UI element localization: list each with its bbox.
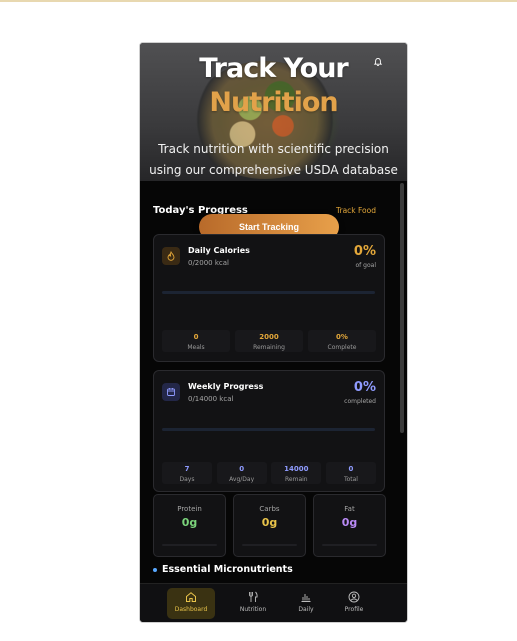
- macro-bar: [322, 544, 377, 546]
- app-window: Track Your Nutrition Track nutrition wit…: [139, 42, 408, 623]
- weekly-stat-days: 7 Days: [162, 462, 212, 484]
- weekly-progress-bar: [162, 428, 375, 431]
- macro-bar: [162, 544, 217, 546]
- nav-nutrition[interactable]: Nutrition: [229, 588, 277, 619]
- stat-label: Avg/Day: [229, 476, 255, 483]
- micronutrients-title: Essential Micronutrients: [162, 564, 293, 575]
- weekly-stat-remain: 14000 Remain: [271, 462, 322, 484]
- nav-profile[interactable]: Profile: [330, 588, 378, 619]
- hero-title-line1: Track Your: [199, 53, 349, 84]
- nav-label: Dashboard: [174, 606, 208, 613]
- stat-value: 0: [193, 333, 199, 341]
- weekly-stats: 7 Days 0 Avg/Day 14000 Remain 0 Total: [162, 462, 376, 484]
- stat-label: Meals: [187, 344, 205, 351]
- stat-value: 0: [239, 465, 245, 473]
- macro-card-carbs[interactable]: Carbs 0g: [233, 494, 306, 557]
- weekly-progress-card[interactable]: Weekly Progress 0/14000 kcal 0% complete…: [153, 370, 385, 492]
- daily-stat-meals: 0 Meals: [162, 330, 230, 352]
- stat-value: 0: [348, 465, 354, 473]
- daily-progress-bar: [162, 291, 375, 294]
- hero-banner: Track Your Nutrition Track nutrition wit…: [140, 43, 407, 181]
- daily-stat-remaining: 2000 Remaining: [235, 330, 303, 352]
- stat-value: 2000: [259, 333, 279, 341]
- scrollbar[interactable]: [400, 183, 404, 433]
- stat-value: 0%: [336, 333, 348, 341]
- calendar-icon: [162, 383, 180, 401]
- nav-label: Profile: [344, 606, 364, 613]
- macro-label: Fat: [344, 505, 355, 513]
- macro-value: 0g: [261, 516, 278, 529]
- hero-title-line2: Nutrition: [209, 87, 338, 118]
- stat-label: Total: [343, 476, 358, 483]
- nav-label: Nutrition: [239, 606, 267, 613]
- weekly-stat-avg: 0 Avg/Day: [216, 462, 267, 484]
- nav-dashboard[interactable]: Dashboard: [167, 588, 215, 619]
- daily-calories-title: Daily Calories: [188, 246, 250, 255]
- home-icon: [186, 592, 196, 602]
- macro-label: Carbs: [259, 505, 280, 513]
- weekly-progress-percent: 0%: [353, 380, 376, 395]
- user-circle-icon: [348, 591, 360, 603]
- macro-value: 0g: [341, 516, 358, 529]
- daily-calories-value: 0/2000 kcal: [188, 259, 229, 267]
- macro-value: 0g: [181, 516, 198, 529]
- macro-bar: [242, 544, 297, 546]
- macro-card-fat[interactable]: Fat 0g: [313, 494, 386, 557]
- macro-label: Protein: [177, 505, 202, 513]
- utensils-icon: [249, 591, 258, 602]
- stat-value: 7: [184, 465, 190, 473]
- bullet-dot: [153, 568, 157, 572]
- bottom-nav: Dashboard Nutrition Daily Profile: [140, 583, 407, 622]
- daily-calories-card[interactable]: Daily Calories 0/2000 kcal 0% of goal 0 …: [153, 234, 385, 362]
- flame-icon: [162, 247, 180, 265]
- weekly-stat-total: 0 Total: [325, 462, 376, 484]
- stat-label: Remaining: [253, 344, 285, 351]
- stat-label: Complete: [327, 344, 357, 351]
- nav-label: Daily: [298, 606, 314, 613]
- daily-stat-complete: 0% Complete: [308, 330, 376, 352]
- hero-subtitle: Track nutrition with scientific precisio…: [149, 142, 398, 177]
- stat-label: Days: [179, 476, 195, 483]
- weekly-progress-title: Weekly Progress: [188, 382, 264, 391]
- track-food-link[interactable]: Track Food: [336, 206, 376, 215]
- stat-label: Remain: [285, 476, 308, 483]
- page-top-border: [0, 0, 517, 2]
- stat-value: 14000: [284, 465, 309, 473]
- weekly-progress-value: 0/14000 kcal: [188, 395, 234, 403]
- macro-card-protein[interactable]: Protein 0g: [153, 494, 226, 557]
- bell-icon[interactable]: [373, 57, 383, 67]
- daily-calories-percent-label: of goal: [355, 262, 376, 269]
- bar-chart-icon: [301, 594, 311, 602]
- main-content: Today's Progress Track Food Start Tracki…: [140, 181, 407, 583]
- daily-stats: 0 Meals 2000 Remaining 0% Complete: [162, 330, 376, 352]
- daily-calories-percent: 0%: [353, 244, 376, 259]
- weekly-progress-percent-label: completed: [344, 398, 376, 405]
- nav-daily[interactable]: Daily: [282, 588, 330, 619]
